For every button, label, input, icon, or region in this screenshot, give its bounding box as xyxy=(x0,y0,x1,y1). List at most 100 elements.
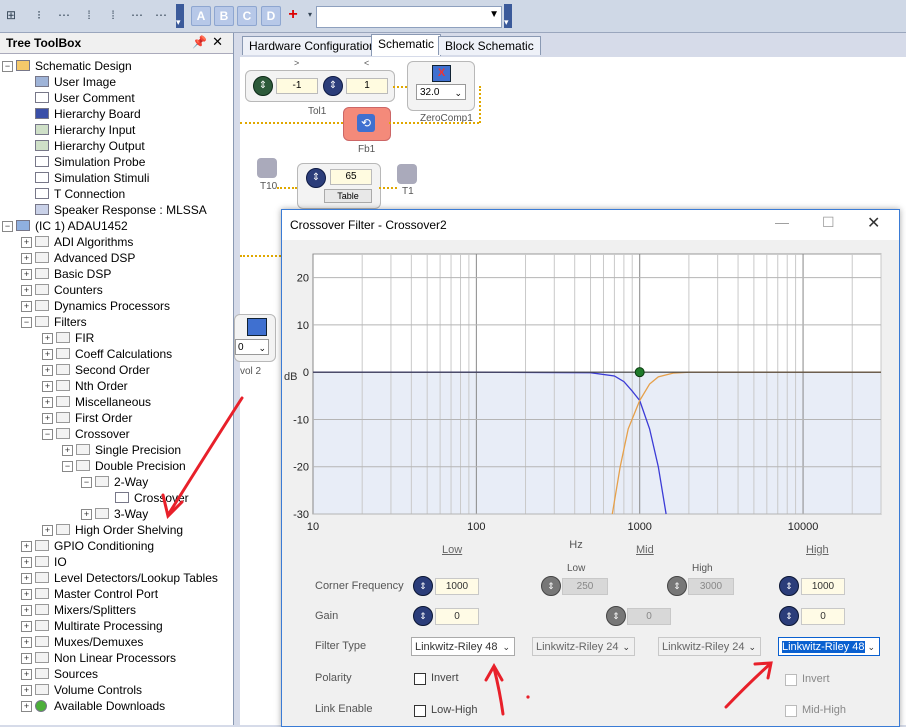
volume-select[interactable]: 0 ⌄ xyxy=(235,339,269,355)
band-high-heading: High xyxy=(806,544,829,556)
table-knob[interactable]: ⇕ xyxy=(306,168,326,188)
wire xyxy=(479,86,481,123)
low-filter-type-select[interactable]: Linkwitz-Riley 48 ⌄ xyxy=(411,637,515,656)
tab-block-schematic[interactable]: Block Schematic xyxy=(438,36,541,55)
table-value[interactable]: 65 xyxy=(330,169,372,185)
expand-icon[interactable]: + xyxy=(21,621,32,632)
collapse-icon[interactable]: − xyxy=(21,317,32,328)
collapse-icon[interactable]: − xyxy=(81,477,92,488)
sub-high-label: High xyxy=(692,563,713,574)
collapse-icon[interactable]: − xyxy=(62,461,73,472)
collapse-icon[interactable]: − xyxy=(2,61,13,72)
expand-icon[interactable]: + xyxy=(42,397,53,408)
low-gain-knob[interactable]: ⇕ xyxy=(413,606,433,626)
tab-hardware-configuration[interactable]: Hardware Configuration xyxy=(242,36,383,55)
tol-knob-1[interactable]: ⇕ xyxy=(253,76,273,96)
align-icon[interactable]: ⊞ xyxy=(2,6,20,24)
wire xyxy=(240,122,343,124)
zerocomp-select[interactable]: 32.0 ⌄ xyxy=(416,84,466,100)
expand-icon[interactable]: + xyxy=(21,605,32,616)
expand-icon[interactable]: + xyxy=(42,413,53,424)
t10-block[interactable] xyxy=(257,158,277,178)
tree-item-label: Crossover xyxy=(75,427,130,441)
distribute-horizontal-icon[interactable]: ⋯ xyxy=(55,6,73,24)
y-tick-label: 10 xyxy=(297,320,309,332)
expand-icon[interactable]: + xyxy=(42,349,53,360)
low-high-link-checkbox[interactable] xyxy=(414,705,426,717)
expand-icon[interactable]: + xyxy=(42,525,53,536)
maximize-icon[interactable]: ☐ xyxy=(822,214,835,231)
fb-block[interactable]: ⟲ xyxy=(343,107,391,141)
collapse-icon[interactable]: − xyxy=(42,429,53,440)
collapse-icon[interactable]: − xyxy=(2,221,13,232)
dialog-titlebar[interactable]: Crossover Filter - Crossover2 — ☐ ✕ xyxy=(282,210,899,240)
expand-icon[interactable]: + xyxy=(21,589,32,600)
table-block[interactable]: ⇕ 65 Table xyxy=(297,163,381,209)
zerocomp-block[interactable]: X 32.0 ⌄ xyxy=(407,61,475,111)
add-icon[interactable]: + xyxy=(284,6,302,24)
high-gain-input[interactable]: 0 xyxy=(801,608,845,625)
expand-icon[interactable]: + xyxy=(21,253,32,264)
expand-icon[interactable]: + xyxy=(62,445,73,456)
expand-icon[interactable]: + xyxy=(21,685,32,696)
tree-item-label: 3-Way xyxy=(114,507,149,521)
expand-icon[interactable]: + xyxy=(21,301,32,312)
expand-icon[interactable]: + xyxy=(21,269,32,280)
expand-icon[interactable]: + xyxy=(21,573,32,584)
pin-icon[interactable]: 📌 xyxy=(192,35,207,49)
tab-schematic[interactable]: Schematic xyxy=(371,34,442,56)
align-left-icon[interactable]: ⁞ xyxy=(80,6,98,24)
toolbar-overflow-icon[interactable] xyxy=(176,4,184,28)
toolbar-c-button[interactable]: C xyxy=(237,6,257,26)
mid-low-filter-type-select: Linkwitz-Riley 24 ⌄ xyxy=(532,637,635,656)
expand-icon[interactable]: + xyxy=(21,669,32,680)
folder-icon xyxy=(35,652,49,663)
expand-icon[interactable]: + xyxy=(42,365,53,376)
wire xyxy=(393,86,407,88)
mid-low-filter-type-value: Linkwitz-Riley 24 xyxy=(536,641,619,653)
tol-block[interactable]: > < ⇕ -1 ⇕ 1 xyxy=(245,58,395,102)
chevron-down-icon: ⌄ xyxy=(867,642,875,652)
low-gain-input[interactable]: 0 xyxy=(435,608,479,625)
expand-icon[interactable]: + xyxy=(21,701,32,712)
close-icon[interactable]: ✕ xyxy=(212,34,223,50)
expand-icon[interactable]: + xyxy=(21,237,32,248)
toolbar-d-button[interactable]: D xyxy=(261,6,281,26)
toolbar-b-button[interactable]: B xyxy=(214,6,234,26)
tree-item-label: Basic DSP xyxy=(54,267,112,281)
toolbar-combo[interactable]: ▼ xyxy=(316,6,502,28)
expand-icon[interactable]: + xyxy=(21,653,32,664)
expand-icon[interactable]: + xyxy=(81,509,92,520)
low-corner-input[interactable]: 1000 xyxy=(435,578,479,595)
align-center-icon[interactable]: ⋯ xyxy=(128,6,146,24)
close-icon[interactable]: ✕ xyxy=(867,213,880,233)
tree-item-label: Schematic Design xyxy=(35,59,132,73)
expand-icon[interactable]: + xyxy=(21,541,32,552)
high-corner-knob[interactable]: ⇕ xyxy=(779,576,799,596)
schematic-design-icon xyxy=(16,60,30,71)
align-bottom-icon[interactable]: ⋯ xyxy=(152,6,170,24)
tol-knob-2[interactable]: ⇕ xyxy=(323,76,343,96)
toolbar-overflow-icon-2[interactable] xyxy=(504,4,512,28)
high-gain-knob[interactable]: ⇕ xyxy=(779,606,799,626)
t1-block[interactable] xyxy=(397,164,417,184)
tol-value-2[interactable]: 1 xyxy=(346,78,388,94)
expand-icon[interactable]: + xyxy=(21,557,32,568)
high-filter-type-select[interactable]: Linkwitz-Riley 48 ⌄ xyxy=(778,637,880,656)
expand-icon[interactable]: + xyxy=(42,381,53,392)
table-button[interactable]: Table xyxy=(324,189,372,203)
high-corner-input[interactable]: 1000 xyxy=(801,578,845,595)
expand-icon[interactable]: + xyxy=(42,333,53,344)
low-corner-knob[interactable]: ⇕ xyxy=(413,576,433,596)
volume-block[interactable]: 0 ⌄ xyxy=(234,314,276,362)
tree-toolbox-panel: Tree ToolBox 📌 ✕ − Schematic Design User I… xyxy=(0,33,234,725)
align-right-icon[interactable]: ⁞ xyxy=(104,6,122,24)
expand-icon[interactable]: + xyxy=(21,285,32,296)
minimize-icon[interactable]: — xyxy=(775,214,789,230)
chevron-down-icon: ⌄ xyxy=(502,642,510,652)
low-invert-checkbox[interactable] xyxy=(414,673,426,685)
expand-icon[interactable]: + xyxy=(21,637,32,648)
distribute-vertical-icon[interactable]: ⁝ xyxy=(30,6,48,24)
tol-value-1[interactable]: -1 xyxy=(276,78,318,94)
toolbar-a-button[interactable]: A xyxy=(191,6,211,26)
